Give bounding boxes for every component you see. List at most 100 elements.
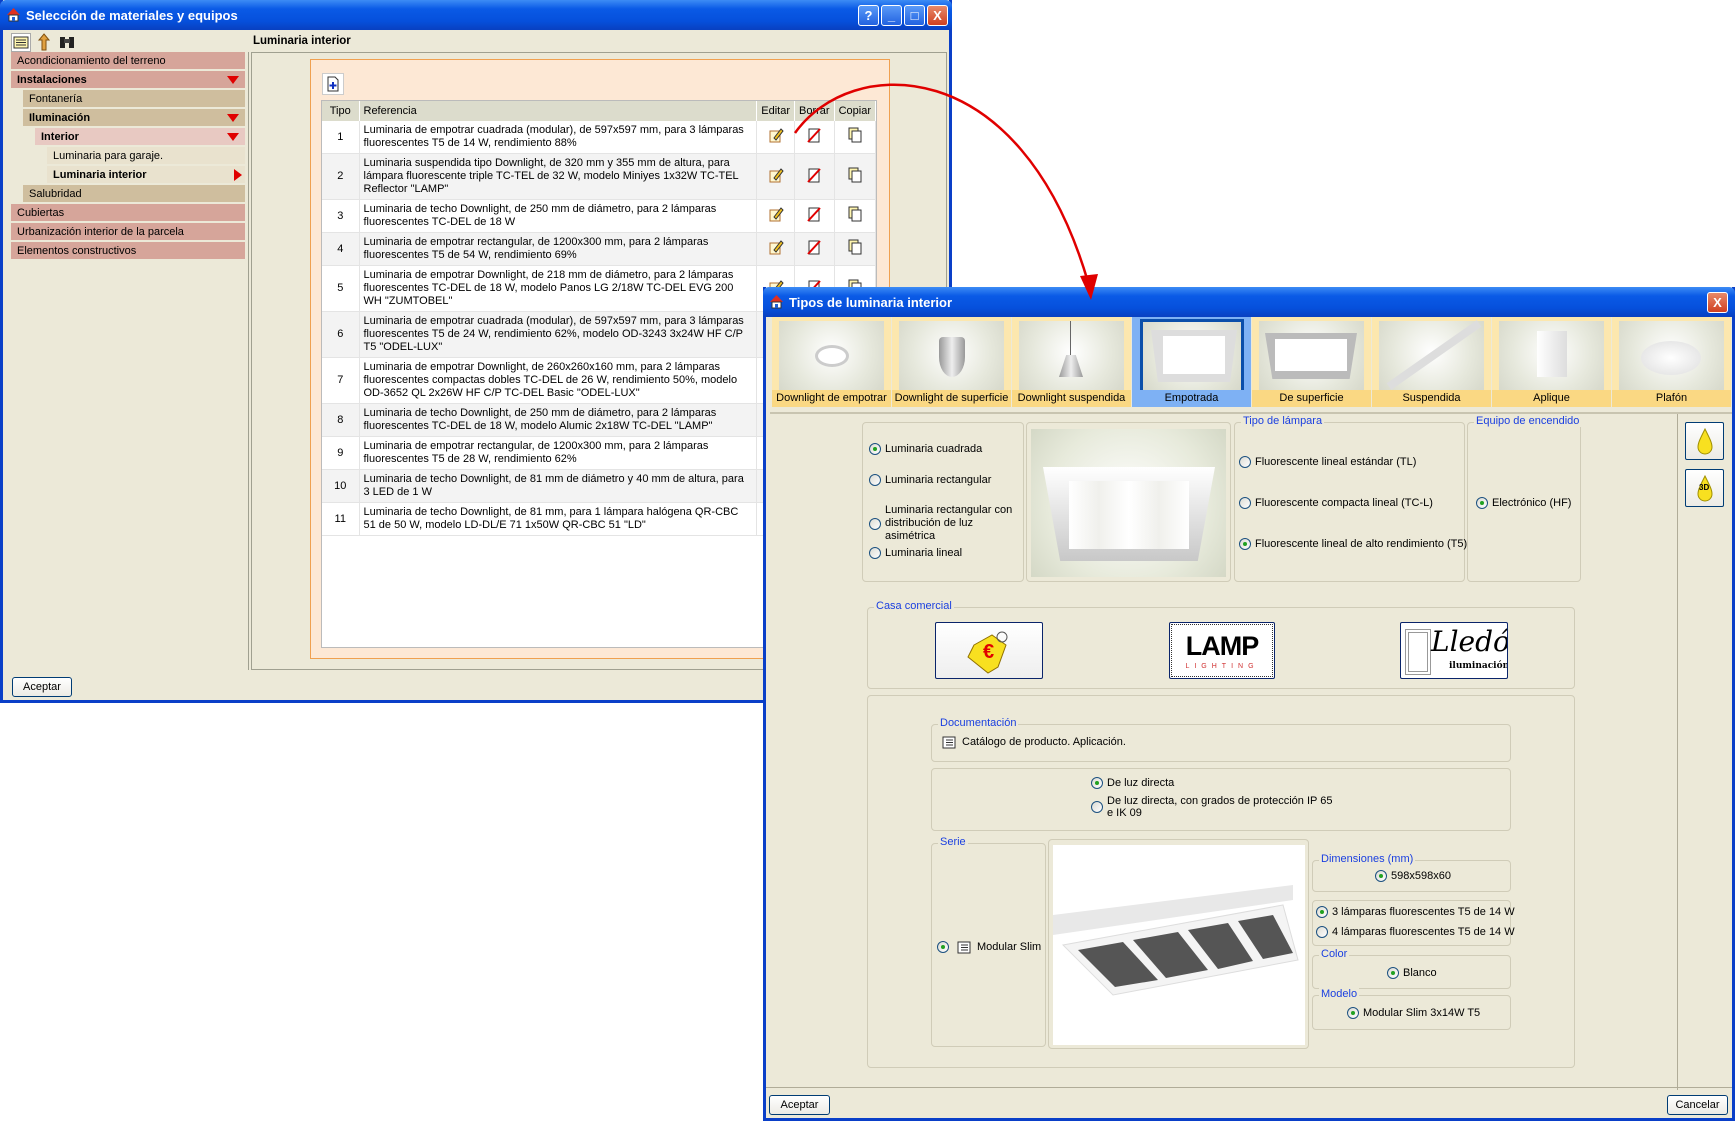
edit-icon[interactable] xyxy=(756,153,796,200)
col-referencia: Referencia xyxy=(359,101,758,121)
delete-icon[interactable] xyxy=(794,153,835,200)
binoculars-icon[interactable] xyxy=(58,34,76,50)
radio-lamp-tl[interactable]: Fluorescente lineal estándar (TL) xyxy=(1239,456,1416,468)
type-tile-plaf-n[interactable]: Plafón xyxy=(1612,317,1731,407)
selected-arrow-icon xyxy=(234,169,242,181)
radio-4-lamps[interactable]: 4 lámparas fluorescentes T5 de 14 W xyxy=(1316,926,1515,938)
catalog-link-label: Catálogo de producto. Aplicación. xyxy=(962,736,1126,748)
sidebar-item-instalaciones[interactable]: Instalaciones xyxy=(11,71,245,89)
copy-icon[interactable] xyxy=(834,153,876,200)
sidebar-item-iluminacion[interactable]: Iluminación xyxy=(23,109,245,127)
add-button[interactable] xyxy=(322,73,344,95)
radio-icon xyxy=(1387,967,1399,979)
col-copiar: Copiar xyxy=(834,101,876,121)
row-referencia: Luminaria de empotrar rectangular, de 12… xyxy=(359,232,758,266)
radio-luminaria-lineal[interactable]: Luminaria lineal xyxy=(869,547,962,559)
sidebar-item-luminaria-interior[interactable]: Luminaria interior xyxy=(47,166,245,184)
type-tile-downlight-de-superficie[interactable]: Downlight de superficie xyxy=(892,317,1011,407)
sidebar-item-luminaria-garaje[interactable]: Luminaria para garaje. xyxy=(47,147,245,165)
radio-blanco[interactable]: Blanco xyxy=(1387,967,1437,979)
luminaire-diffuser xyxy=(1069,481,1189,549)
type-tile-de-superficie[interactable]: De superficie xyxy=(1252,317,1371,407)
type-tile-label: Aplique xyxy=(1492,390,1611,407)
documentation-title: Documentación xyxy=(938,717,1019,729)
luminaire-type-image xyxy=(1619,321,1724,391)
luminaire-type-image xyxy=(1140,319,1244,393)
sidebar-item-elementos[interactable]: Elementos constructivos xyxy=(11,242,245,260)
model-title: Modelo xyxy=(1319,988,1360,1000)
radio-electronico[interactable]: Electrónico (HF) xyxy=(1476,497,1571,509)
radio-luminaria-asimetrica[interactable]: Luminaria rectangular con distribución d… xyxy=(869,504,1025,543)
dialog-accept-button[interactable]: Aceptar xyxy=(769,1095,830,1115)
delete-icon[interactable] xyxy=(794,199,835,233)
row-tipo: 10 xyxy=(322,469,360,503)
dialog-titlebar[interactable]: Tipos de luminaria interior X xyxy=(763,287,1735,317)
type-tile-suspendida[interactable]: Suspendida xyxy=(1372,317,1491,407)
copy-icon[interactable] xyxy=(834,121,876,154)
table-row[interactable]: 3 Luminaria de techo Downlight, de 250 m… xyxy=(322,199,876,233)
radio-luz-directa-ip65[interactable]: De luz directa, con grados de protección… xyxy=(1091,795,1341,819)
sidebar-item-salubridad[interactable]: Salubridad xyxy=(23,185,245,203)
sidebar-item-urbanizacion[interactable]: Urbanización interior de la parcela xyxy=(11,223,245,241)
sidebar-item-interior[interactable]: Interior xyxy=(35,128,245,146)
type-tile-downlight-suspendida[interactable]: Downlight suspendida xyxy=(1012,317,1131,407)
lamp-lighting-brand-button[interactable]: LAMP LIGHTING xyxy=(1169,622,1275,679)
main-titlebar[interactable]: Selección de materiales y equipos ? _ □ … xyxy=(0,0,952,30)
close-button[interactable]: X xyxy=(927,5,948,26)
copy-icon[interactable] xyxy=(834,232,876,266)
sidebar-item-cubiertas[interactable]: Cubiertas xyxy=(11,204,245,222)
radio-3-lamps[interactable]: 3 lámparas fluorescentes T5 de 14 W xyxy=(1316,906,1515,918)
type-tile-label: Plafón xyxy=(1612,390,1731,407)
col-editar: Editar xyxy=(756,101,796,121)
light-distribution-button[interactable] xyxy=(1685,422,1724,460)
radio-luminaria-rectangular[interactable]: Luminaria rectangular xyxy=(869,474,991,486)
row-tipo: 9 xyxy=(322,436,360,470)
radio-luz-directa[interactable]: De luz directa xyxy=(1091,777,1174,789)
type-tile-empotrada[interactable]: Empotrada xyxy=(1132,317,1251,407)
sidebar-item-fontaneria[interactable]: Fontanería xyxy=(23,90,245,108)
type-tile-label: Downlight suspendida xyxy=(1012,390,1131,407)
type-tile-aplique[interactable]: Aplique xyxy=(1492,317,1611,407)
product-image xyxy=(1053,845,1305,1045)
row-referencia: Luminaria de techo Downlight, de 250 mm … xyxy=(359,403,758,437)
delete-icon[interactable] xyxy=(794,232,835,266)
radio-icon xyxy=(1316,906,1328,918)
radio-label: Blanco xyxy=(1403,967,1437,979)
type-tile-downlight-de-empotrar[interactable]: Downlight de empotrar xyxy=(772,317,891,407)
edit-icon[interactable] xyxy=(756,199,796,233)
row-referencia: Luminaria de empotrar Downlight, de 218 … xyxy=(359,265,758,312)
minimize-button[interactable]: _ xyxy=(881,5,902,26)
radio-icon xyxy=(869,517,881,530)
main-accept-button[interactable]: Aceptar xyxy=(12,677,72,697)
dialog-close-button[interactable]: X xyxy=(1707,292,1728,313)
up-level-icon[interactable] xyxy=(36,33,52,51)
delete-icon[interactable] xyxy=(794,121,835,154)
catalog-link[interactable]: Catálogo de producto. Aplicación. xyxy=(942,735,1126,749)
help-button[interactable]: ? xyxy=(858,5,879,26)
edit-icon[interactable] xyxy=(756,121,796,154)
maximize-button[interactable]: □ xyxy=(904,5,925,26)
generic-price-brand-button[interactable]: € xyxy=(935,622,1043,679)
brand-title: Casa comercial xyxy=(874,600,954,612)
table-row[interactable]: 2 Luminaria suspendida tipo Downlight, d… xyxy=(322,153,876,200)
view-3d-button[interactable]: 3D xyxy=(1685,469,1724,507)
table-row[interactable]: 4 Luminaria de empotrar rectangular, de … xyxy=(322,232,876,266)
radio-modelo[interactable]: Modular Slim 3x14W T5 xyxy=(1347,1007,1480,1019)
radio-lamp-tcl[interactable]: Fluorescente compacta lineal (TC-L) xyxy=(1239,497,1433,509)
list-view-button[interactable] xyxy=(11,33,31,52)
row-referencia: Luminaria de techo Downlight, de 250 mm … xyxy=(359,199,758,233)
copy-icon[interactable] xyxy=(834,199,876,233)
sidebar-item-acondicionamiento[interactable]: Acondicionamiento del terreno xyxy=(11,52,245,70)
edit-icon[interactable] xyxy=(756,232,796,266)
luminaire-type-image xyxy=(1499,321,1604,391)
radio-lamp-t5[interactable]: Fluorescente lineal de alto rendimiento … xyxy=(1239,538,1467,550)
dialog-cancel-button[interactable]: Cancelar xyxy=(1667,1095,1728,1115)
radio-luminaria-cuadrada[interactable]: Luminaria cuadrada xyxy=(869,443,982,455)
table-row[interactable]: 1 Luminaria de empotrar cuadrada (modula… xyxy=(322,121,876,154)
radio-dimension-598[interactable]: 598x598x60 xyxy=(1375,870,1451,882)
lledo-brand-button[interactable]: Lledó iluminación xyxy=(1400,622,1508,679)
shape-group: Luminaria cuadrada Luminaria rectangular… xyxy=(862,422,1024,582)
row-referencia: Luminaria de techo Downlight, de 81 mm, … xyxy=(359,502,758,536)
radio-modular-slim[interactable]: Modular Slim xyxy=(937,940,1041,954)
row-referencia: Luminaria de techo Downlight, de 81 mm d… xyxy=(359,469,758,503)
